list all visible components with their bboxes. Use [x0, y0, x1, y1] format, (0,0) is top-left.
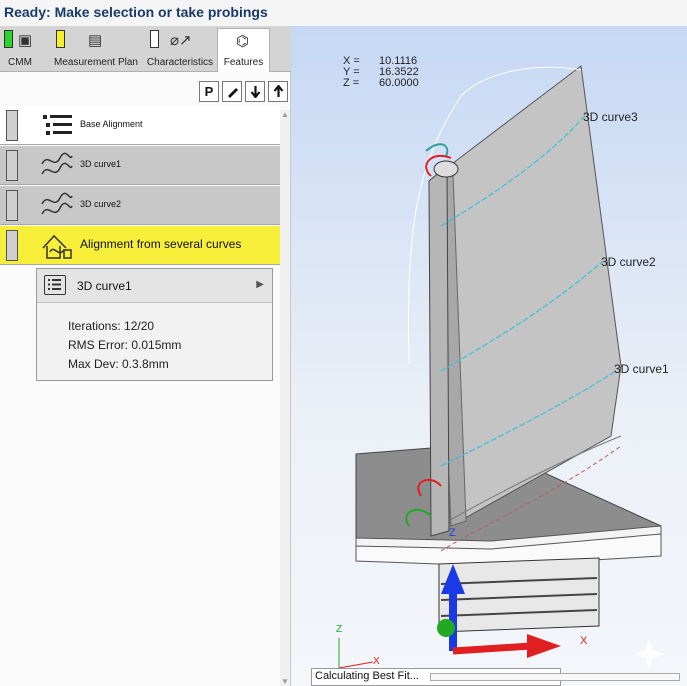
scroll-up-arrow-icon[interactable]: ▲ — [281, 110, 289, 119]
iterations-text: Iterations: 12/20 — [68, 319, 155, 333]
coordinate-readout: X = 10.1116 Y = 16.3522 Z = 60.0000 — [343, 56, 419, 89]
feature-item-label: Alignment from several curves — [80, 237, 242, 251]
tab-measurement-plan-label: Measurement Plan — [54, 57, 138, 68]
tab-characteristics-label: Characteristics — [146, 57, 214, 68]
detail-panel: 3D curve1 ▶ Iterations: 12/20 RMS Error:… — [36, 268, 273, 381]
status-flag-green — [4, 30, 13, 48]
status-bar: Calculating Best Fit... — [311, 668, 680, 686]
tab-bar: ▣ CMM ▤ Measurement Plan ⌀↗ Characterist… — [0, 26, 291, 72]
multi-curve-alignment-icon — [42, 234, 72, 259]
rms-error-text: RMS Error: 0.015mm — [68, 338, 182, 352]
arrow-up-icon — [273, 85, 283, 97]
left-panel: ▣ CMM ▤ Measurement Plan ⌀↗ Characterist… — [0, 26, 291, 686]
feature-item-label: 3D curve2 — [80, 199, 122, 209]
feature-toolbar: P — [199, 81, 288, 102]
feature-item-3d-curve2[interactable]: 3D curve2 — [0, 186, 280, 225]
max-dev-text: Max Dev: 0.3.8mm — [68, 357, 169, 371]
measurement-plan-icon: ▤ — [88, 32, 103, 49]
x-axis-label: X — [580, 635, 588, 647]
window-title: Ready: Make selection or take probings — [0, 0, 687, 26]
detail-panel-header[interactable]: 3D curve1 ▶ — [37, 269, 272, 303]
feature-item-base-alignment[interactable]: Base Alignment — [0, 106, 280, 145]
tab-features[interactable]: ⌬ Features — [217, 28, 270, 72]
row-handle[interactable] — [6, 150, 18, 181]
feature-item-3d-curve1[interactable]: 3D curve1 — [0, 146, 280, 185]
features-icon: ⌬ — [236, 33, 250, 50]
cmm-icon: ▣ — [18, 32, 33, 49]
p-button[interactable]: P — [199, 81, 219, 102]
feature-item-label: 3D curve1 — [80, 159, 122, 169]
edit-button[interactable] — [222, 81, 242, 102]
move-up-button[interactable] — [268, 81, 288, 102]
list-icon — [44, 275, 66, 295]
pencil-icon — [227, 88, 238, 98]
progress-bar — [430, 673, 680, 681]
tab-cmm-label: CMM — [8, 57, 32, 68]
scroll-down-arrow-icon[interactable]: ▼ — [281, 677, 289, 686]
z-label: Z = — [343, 77, 360, 89]
move-down-button[interactable] — [245, 81, 265, 102]
curve-label-3: 3D curve3 — [583, 110, 638, 124]
row-handle[interactable] — [6, 230, 18, 261]
curve-label-2: 3D curve2 — [601, 255, 656, 269]
expand-arrow-icon[interactable]: ▶ — [256, 279, 264, 290]
list-icon — [43, 115, 72, 135]
3d-viewport[interactable]: X = 10.1116 Y = 16.3522 Z = 60.0000 3D curv… — [291, 26, 687, 686]
z-value: 60.0000 — [379, 77, 419, 89]
status-flag-white — [150, 30, 159, 48]
tab-characteristics[interactable]: ⌀↗ Characteristics — [146, 28, 214, 72]
characteristics-icon: ⌀↗ — [170, 32, 192, 49]
arrow-down-icon — [250, 86, 260, 98]
curve-icon — [41, 152, 73, 175]
z-axis-label-small: Z — [449, 527, 456, 539]
tab-features-label: Features — [223, 57, 264, 68]
tab-measurement-plan[interactable]: ▤ Measurement Plan — [50, 28, 142, 72]
status-text: Calculating Best Fit... — [315, 670, 419, 682]
feature-item-alignment-from-several-curves[interactable]: Alignment from several curves — [0, 226, 280, 265]
triad-z-label: Z — [336, 624, 343, 635]
row-handle[interactable] — [6, 110, 18, 141]
turbine-blade-model — [338, 65, 665, 670]
detail-panel-title: 3D curve1 — [77, 279, 132, 293]
feature-list-scrollbar[interactable]: ▲ ▼ — [280, 110, 290, 686]
tab-cmm[interactable]: ▣ CMM — [0, 28, 40, 72]
status-flag-yellow — [56, 30, 65, 48]
triad-x-label: X — [373, 656, 380, 667]
row-handle[interactable] — [6, 190, 18, 221]
feature-item-label: Base Alignment — [80, 119, 143, 129]
curve-icon — [41, 192, 73, 215]
curve-label-1: 3D curve1 — [614, 362, 669, 376]
